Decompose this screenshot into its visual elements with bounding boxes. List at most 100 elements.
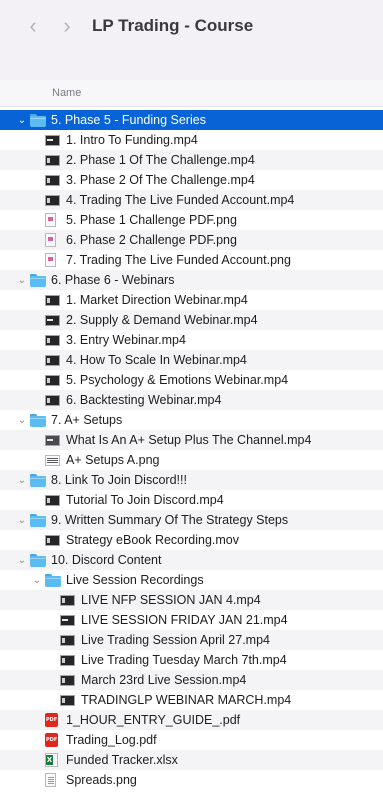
folder-row[interactable]: ⌄ 5. Phase 5 - Funding Series bbox=[0, 110, 383, 130]
video-file-icon bbox=[45, 195, 60, 206]
row-label: 5. Phase 5 - Funding Series bbox=[51, 113, 206, 127]
row-label: Live Session Recordings bbox=[66, 573, 204, 587]
file-row[interactable]: What Is An A+ Setup Plus The Channel.mp4 bbox=[0, 430, 383, 450]
video-file-icon bbox=[45, 535, 60, 546]
window-toolbar: ‹ › LP Trading - Course bbox=[0, 0, 383, 80]
file-row[interactable]: A+ Setups A.png bbox=[0, 450, 383, 470]
row-label: 1. Intro To Funding.mp4 bbox=[66, 133, 198, 147]
video-file-icon bbox=[60, 695, 75, 706]
row-label: Funded Tracker.xlsx bbox=[66, 753, 178, 767]
row-label: Live Trading Session April 27.mp4 bbox=[81, 633, 270, 647]
disclosure-triangle-icon[interactable]: ⌄ bbox=[16, 510, 28, 530]
file-row[interactable]: LIVE SESSION FRIDAY JAN 21.mp4 bbox=[0, 610, 383, 630]
file-row[interactable]: 2. Phase 1 Of The Challenge.mp4 bbox=[0, 150, 383, 170]
file-row[interactable]: LIVE NFP SESSION JAN 4.mp4 bbox=[0, 590, 383, 610]
row-label: 5. Psychology & Emotions Webinar.mp4 bbox=[66, 373, 289, 387]
row-label: 7. A+ Setups bbox=[51, 413, 123, 427]
video-file-icon bbox=[45, 435, 60, 446]
file-row[interactable]: 4. Trading The Live Funded Account.mp4 bbox=[0, 190, 383, 210]
file-row[interactable]: 5. Phase 1 Challenge PDF.png bbox=[0, 210, 383, 230]
disclosure-triangle-icon[interactable]: ⌄ bbox=[16, 410, 28, 430]
row-label: Spreads.png bbox=[66, 773, 137, 787]
disclosure-triangle-icon[interactable]: ⌄ bbox=[16, 270, 28, 290]
file-row[interactable]: 1_HOUR_ENTRY_GUIDE_.pdf bbox=[0, 710, 383, 730]
image-file-icon bbox=[45, 773, 56, 787]
name-column-header[interactable]: Name bbox=[0, 80, 383, 107]
window-title: LP Trading - Course bbox=[92, 16, 254, 35]
file-row[interactable]: 1. Intro To Funding.mp4 bbox=[0, 130, 383, 150]
file-row[interactable]: Live Trading Session April 27.mp4 bbox=[0, 630, 383, 650]
file-row[interactable]: Live Trading Tuesday March 7th.mp4 bbox=[0, 650, 383, 670]
row-label: 4. Trading The Live Funded Account.mp4 bbox=[66, 193, 295, 207]
folder-row[interactable]: ⌄ 7. A+ Setups bbox=[0, 410, 383, 430]
row-label: March 23rd Live Session.mp4 bbox=[81, 673, 247, 687]
file-row[interactable]: 1. Market Direction Webinar.mp4 bbox=[0, 290, 383, 310]
file-row[interactable]: 6. Phase 2 Challenge PDF.png bbox=[0, 230, 383, 250]
row-label: What Is An A+ Setup Plus The Channel.mp4 bbox=[66, 433, 312, 447]
file-row[interactable]: 7. Trading The Live Funded Account.png bbox=[0, 250, 383, 270]
image-file-icon bbox=[45, 233, 56, 247]
row-label: TRADINGLP WEBINAR MARCH.mp4 bbox=[81, 693, 292, 707]
row-label: 6. Phase 6 - Webinars bbox=[51, 273, 175, 287]
video-file-icon bbox=[45, 495, 60, 506]
row-label: 1_HOUR_ENTRY_GUIDE_.pdf bbox=[66, 713, 241, 727]
file-row[interactable]: 3. Entry Webinar.mp4 bbox=[0, 330, 383, 350]
disclosure-triangle-icon[interactable]: ⌄ bbox=[16, 470, 28, 490]
disclosure-triangle-icon[interactable]: ⌄ bbox=[31, 570, 43, 590]
folder-icon bbox=[30, 414, 46, 427]
row-label: 9. Written Summary Of The Strategy Steps bbox=[51, 513, 289, 527]
row-label: 3. Phase 2 Of The Challenge.mp4 bbox=[66, 173, 255, 187]
image-file-icon bbox=[45, 455, 60, 466]
file-row[interactable]: 6. Backtesting Webinar.mp4 bbox=[0, 390, 383, 410]
file-row[interactable]: Spreads.png bbox=[0, 770, 383, 790]
row-label: Live Trading Tuesday March 7th.mp4 bbox=[81, 653, 287, 667]
file-row[interactable]: 5. Psychology & Emotions Webinar.mp4 bbox=[0, 370, 383, 390]
name-column-label: Name bbox=[52, 87, 82, 99]
folder-icon bbox=[30, 274, 46, 287]
file-row[interactable]: Funded Tracker.xlsx bbox=[0, 750, 383, 770]
file-list: ⌄ 5. Phase 5 - Funding Series 1. Intro To … bbox=[0, 110, 383, 790]
file-row[interactable]: Trading_Log.pdf bbox=[0, 730, 383, 750]
file-row[interactable]: 2. Supply & Demand Webinar.mp4 bbox=[0, 310, 383, 330]
excel-file-icon bbox=[45, 753, 58, 767]
folder-row[interactable]: ⌄ 8. Link To Join Discord!!! bbox=[0, 470, 383, 490]
file-row[interactable]: 4. How To Scale In Webinar.mp4 bbox=[0, 350, 383, 370]
file-row[interactable]: Tutorial To Join Discord.mp4 bbox=[0, 490, 383, 510]
disclosure-triangle-icon[interactable]: ⌄ bbox=[16, 550, 28, 570]
row-label: 7. Trading The Live Funded Account.png bbox=[66, 253, 291, 267]
row-label: A+ Setups A.png bbox=[66, 453, 160, 467]
row-label: Strategy eBook Recording.mov bbox=[66, 533, 240, 547]
video-file-icon bbox=[45, 355, 60, 366]
file-row[interactable]: 3. Phase 2 Of The Challenge.mp4 bbox=[0, 170, 383, 190]
row-label: Tutorial To Join Discord.mp4 bbox=[66, 493, 224, 507]
video-file-icon bbox=[45, 375, 60, 386]
video-file-icon bbox=[60, 615, 75, 626]
file-row[interactable]: March 23rd Live Session.mp4 bbox=[0, 670, 383, 690]
forward-button[interactable]: › bbox=[56, 14, 78, 38]
folder-row[interactable]: ⌄ 10. Discord Content bbox=[0, 550, 383, 570]
disclosure-triangle-icon[interactable]: ⌄ bbox=[16, 110, 28, 130]
folder-row[interactable]: ⌄ 6. Phase 6 - Webinars bbox=[0, 270, 383, 290]
folder-row[interactable]: ⌄ Live Session Recordings bbox=[0, 570, 383, 590]
folder-icon bbox=[30, 514, 46, 527]
row-label: 4. How To Scale In Webinar.mp4 bbox=[66, 353, 247, 367]
pdf-file-icon bbox=[45, 713, 58, 727]
video-file-icon bbox=[45, 335, 60, 346]
row-label: 2. Phase 1 Of The Challenge.mp4 bbox=[66, 153, 255, 167]
file-row[interactable]: TRADINGLP WEBINAR MARCH.mp4 bbox=[0, 690, 383, 710]
image-file-icon bbox=[45, 213, 56, 227]
pdf-file-icon bbox=[45, 733, 58, 747]
row-label: 1. Market Direction Webinar.mp4 bbox=[66, 293, 248, 307]
row-label: 3. Entry Webinar.mp4 bbox=[66, 333, 186, 347]
row-label: 2. Supply & Demand Webinar.mp4 bbox=[66, 313, 258, 327]
image-file-icon bbox=[45, 253, 56, 267]
video-file-icon bbox=[45, 395, 60, 406]
video-file-icon bbox=[60, 675, 75, 686]
chevron-right-icon: › bbox=[63, 13, 71, 38]
video-file-icon bbox=[45, 135, 60, 146]
folder-row[interactable]: ⌄ 9. Written Summary Of The Strategy Step… bbox=[0, 510, 383, 530]
back-button[interactable]: ‹ bbox=[22, 14, 44, 38]
row-label: 6. Backtesting Webinar.mp4 bbox=[66, 393, 222, 407]
video-file-icon bbox=[45, 295, 60, 306]
file-row[interactable]: Strategy eBook Recording.mov bbox=[0, 530, 383, 550]
